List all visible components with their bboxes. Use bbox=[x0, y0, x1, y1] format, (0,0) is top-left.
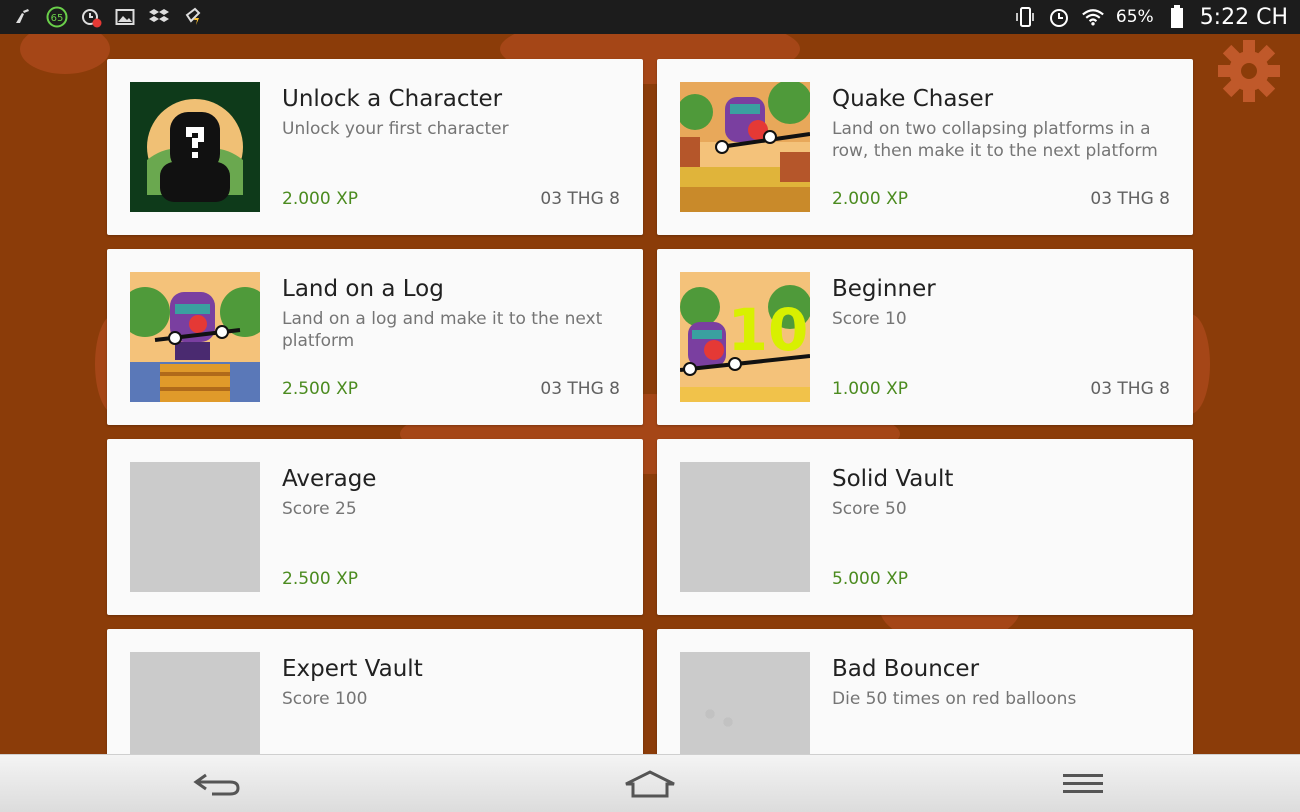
achievement-description: Score 10 bbox=[832, 309, 907, 329]
wifi-icon bbox=[1082, 6, 1104, 28]
battery-65-icon: 65 bbox=[46, 6, 68, 28]
status-bar: 65 65% 5:22 CH bbox=[0, 0, 1300, 34]
charging-plug-icon bbox=[182, 6, 204, 28]
achievement-card[interactable]: 10 Beginner Score 10 1.000 XP 03 THG 8 bbox=[657, 249, 1193, 425]
score-badge: 50 bbox=[732, 487, 804, 547]
achievement-title: Expert Vault bbox=[282, 656, 423, 682]
achievement-card[interactable]: Unlock a Character Unlock your first cha… bbox=[107, 59, 643, 235]
achievement-title: Bad Bouncer bbox=[832, 656, 980, 682]
achievement-date: 03 THG 8 bbox=[540, 189, 620, 209]
dropbox-icon bbox=[148, 6, 170, 28]
achievement-title: Land on a Log bbox=[282, 276, 444, 302]
mystery-character-icon bbox=[130, 82, 260, 212]
battery-icon bbox=[1166, 5, 1188, 28]
achievement-xp: 2.000 XP bbox=[832, 189, 908, 209]
battery-percent: 65% bbox=[1115, 7, 1154, 27]
settings-gear-icon bbox=[1218, 40, 1280, 102]
vibrate-icon bbox=[1014, 6, 1036, 28]
achievement-title: Unlock a Character bbox=[282, 86, 503, 112]
achievement-xp: 2.000 XP bbox=[282, 189, 358, 209]
achievement-date: 03 THG 8 bbox=[1090, 379, 1170, 399]
achievement-description: Unlock your first character bbox=[282, 119, 509, 139]
menu-icon bbox=[1063, 773, 1104, 793]
achievement-card[interactable]: Quake Chaser Land on two collapsing plat… bbox=[657, 59, 1193, 235]
achievement-xp: 2.500 XP bbox=[282, 379, 358, 399]
score-badge: 10 bbox=[728, 296, 809, 364]
back-icon bbox=[193, 773, 240, 795]
score-badge: 100 bbox=[172, 689, 260, 743]
achievement-title: Solid Vault bbox=[832, 466, 954, 492]
achievement-date: 03 THG 8 bbox=[1090, 189, 1170, 209]
achievement-description: Land on a log and make it to the next pl… bbox=[282, 309, 603, 351]
clock: 5:22 CH bbox=[1199, 4, 1288, 30]
achievement-title: Quake Chaser bbox=[832, 86, 994, 112]
navigation-bar bbox=[0, 754, 1300, 812]
land-on-log-icon bbox=[130, 272, 260, 402]
background-blob bbox=[20, 34, 110, 74]
achievement-description: Score 25 bbox=[282, 499, 357, 519]
score-25-icon: 25 bbox=[130, 462, 260, 592]
battery-circle-label: 65 bbox=[51, 13, 64, 24]
achievement-xp: 5.000 XP bbox=[832, 569, 908, 589]
achievement-card[interactable]: 25 Average Score 25 2.500 XP bbox=[107, 439, 643, 615]
home-icon bbox=[625, 769, 675, 797]
achievement-description: Score 100 bbox=[282, 689, 368, 709]
menu-button[interactable] bbox=[1043, 764, 1123, 804]
score-10-icon: 10 bbox=[680, 272, 810, 402]
alarm-icon bbox=[1048, 6, 1070, 28]
achievement-description: Die 50 times on red balloons bbox=[832, 689, 1077, 709]
score-badge: 25 bbox=[182, 487, 254, 547]
achievement-xp: 1.000 XP bbox=[832, 379, 908, 399]
achievement-title: Beginner bbox=[832, 276, 936, 302]
back-button[interactable] bbox=[177, 764, 257, 804]
achievements-grid: Unlock a Character Unlock your first cha… bbox=[107, 59, 1193, 805]
achievement-title: Average bbox=[282, 466, 377, 492]
achievement-card[interactable]: Land on a Log Land on a log and make it … bbox=[107, 249, 643, 425]
cleaner-icon bbox=[12, 6, 34, 28]
status-bar-left: 65 bbox=[12, 6, 204, 28]
quake-chaser-icon bbox=[680, 82, 810, 212]
home-button[interactable] bbox=[610, 764, 690, 804]
achievement-description: Land on two collapsing platforms in a ro… bbox=[832, 119, 1158, 161]
score-50-icon: 50 bbox=[680, 462, 810, 592]
achievement-description: Score 50 bbox=[832, 499, 907, 519]
alarm-notification-icon bbox=[80, 6, 102, 28]
status-bar-right: 65% 5:22 CH bbox=[1014, 5, 1288, 30]
gallery-icon bbox=[114, 6, 136, 28]
achievement-date: 03 THG 8 bbox=[540, 379, 620, 399]
achievement-card[interactable]: 50 Solid Vault Score 50 5.000 XP bbox=[657, 439, 1193, 615]
achievement-xp: 2.500 XP bbox=[282, 569, 358, 589]
